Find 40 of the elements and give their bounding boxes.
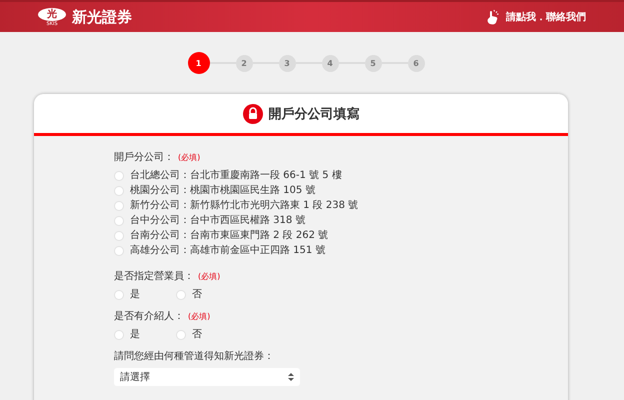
radio-option[interactable]: 新竹分公司：新竹縣竹北市光明六路東 1 段 238 號 xyxy=(114,200,488,212)
step-indicator: 3 xyxy=(278,54,296,72)
step-indicator: 2 xyxy=(236,54,252,72)
radio-option[interactable]: 否 xyxy=(176,289,238,301)
step-indicator: 1 xyxy=(188,52,210,74)
card-title: 開戶分公司填寫 xyxy=(268,106,360,122)
radio-button[interactable] xyxy=(114,171,124,181)
radio-button[interactable] xyxy=(114,201,124,211)
radio-button[interactable] xyxy=(114,216,124,226)
radio-button[interactable] xyxy=(114,246,124,256)
radio-option[interactable]: 是 xyxy=(114,289,176,301)
step-indicator: 5 xyxy=(364,54,382,72)
question-label: 請問您經由何種管道得知新光證券： xyxy=(114,351,274,362)
step-indicator: 4 xyxy=(322,54,338,72)
required-note: (必填) xyxy=(188,312,210,321)
radio-option[interactable]: 台中分公司：台中市西區民權路 318 號 xyxy=(114,215,488,227)
radio-option[interactable]: 桃園分公司：桃園市桃園區民生路 105 號 xyxy=(114,185,488,197)
lock-icon xyxy=(242,104,262,124)
hand-pointer-icon xyxy=(485,9,501,25)
radio-button[interactable] xyxy=(114,186,124,196)
radio-option[interactable]: 否 xyxy=(176,329,238,341)
step-indicator: 6 xyxy=(408,54,424,72)
question-label: 開戶分公司： xyxy=(114,152,174,163)
question-label: 是否有介紹人： xyxy=(114,311,184,322)
radio-option[interactable]: 台南分公司：台南市東區東門路 2 段 262 號 xyxy=(114,230,488,242)
radio-option[interactable]: 高雄分公司：高雄市前金區中正四路 151 號 xyxy=(114,245,488,257)
brand-name: 新光證券 xyxy=(72,8,132,26)
radio-option[interactable]: 台北總公司：台北市重慶南路一段 66-1 號 5 樓 xyxy=(114,170,488,182)
radio-button[interactable] xyxy=(176,290,186,300)
required-note: (必填) xyxy=(198,272,220,281)
radio-button[interactable] xyxy=(114,290,124,300)
source-select[interactable]: 請選擇 xyxy=(114,368,300,386)
contact-link[interactable]: 請點我．聯絡我們 xyxy=(485,9,586,25)
question-label: 是否指定營業員： xyxy=(114,271,194,282)
sort-arrows-icon xyxy=(288,373,294,381)
radio-button[interactable] xyxy=(176,330,186,340)
radio-button[interactable] xyxy=(114,330,124,340)
radio-option[interactable]: 是 xyxy=(114,329,176,341)
radio-button[interactable] xyxy=(114,231,124,241)
required-note: (必填) xyxy=(178,153,200,162)
